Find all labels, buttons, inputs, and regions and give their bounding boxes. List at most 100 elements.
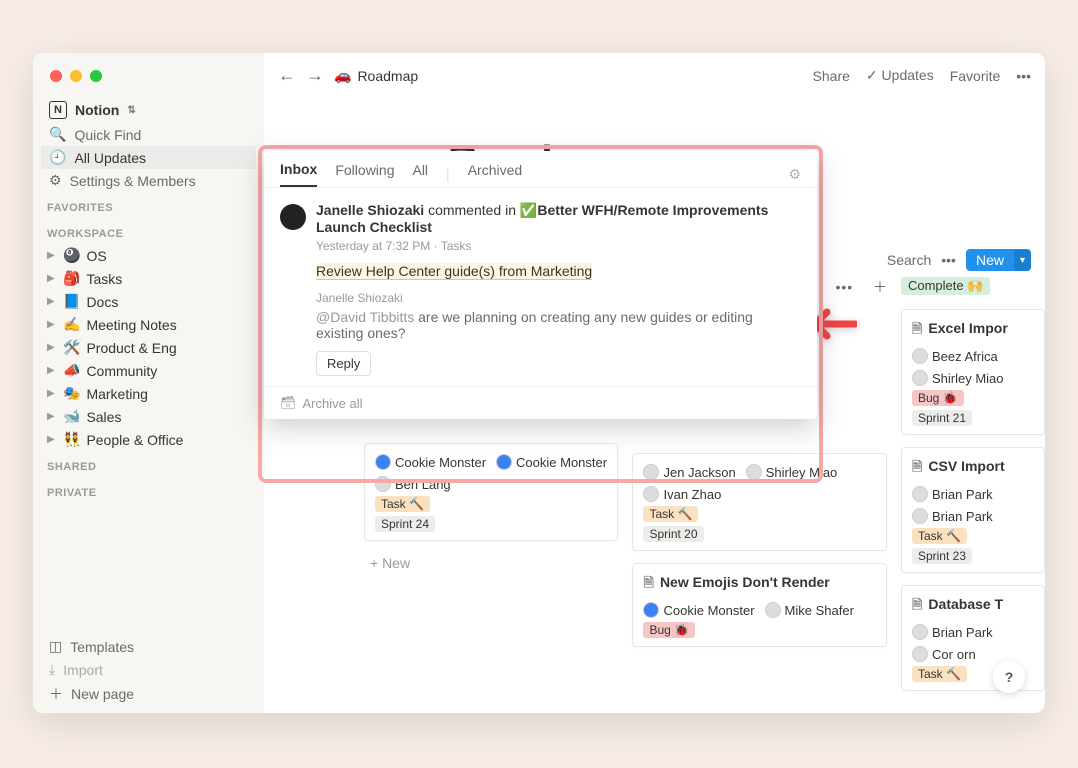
caret-icon: ▶ (47, 250, 57, 261)
search-icon: 🔍 (49, 126, 66, 143)
all-updates[interactable]: 🕘 All Updates (41, 146, 256, 169)
maximize-window[interactable] (90, 70, 102, 82)
caret-icon: ▶ (47, 296, 57, 307)
card-title: Database T (928, 596, 1003, 612)
assignee-trunc: orn (957, 647, 976, 662)
tab-archived[interactable]: Archived (468, 162, 522, 186)
notion-logo-icon: N (49, 101, 67, 119)
import-icon: ⤓ (49, 661, 55, 678)
updates-label: Updates (882, 67, 934, 83)
breadcrumb[interactable]: 🚗 Roadmap (334, 67, 418, 84)
avatar-icon (912, 370, 928, 386)
assignee: Cor (932, 647, 953, 662)
notif-link[interactable]: Review Help Center guide(s) from Marketi… (316, 263, 592, 280)
sidebar-page-docs[interactable]: ▶📘Docs (33, 290, 264, 313)
tag: Task 🔨 (912, 666, 967, 682)
page-emoji: 🎱 (63, 247, 80, 264)
nav-back[interactable]: ← (278, 65, 296, 86)
import-label: Import (63, 662, 103, 678)
import-link[interactable]: ⤓ Import (41, 658, 256, 681)
help-label: ? (1005, 669, 1014, 685)
tab-following[interactable]: Following (335, 162, 394, 186)
more-icon[interactable]: ••• (1016, 68, 1031, 84)
page-emoji: 👯 (63, 431, 80, 448)
workspace-pages: ▶🎱OS ▶🎒Tasks ▶📘Docs ▶✍️Meeting Notes ▶🛠️… (33, 244, 264, 451)
share-button[interactable]: Share (813, 68, 850, 84)
plus-icon[interactable]: ＋ (873, 277, 887, 297)
add-card[interactable]: + New (364, 553, 618, 573)
card-title: New Emojis Don't Render (660, 574, 830, 590)
settings-members[interactable]: ⚙︎ Settings & Members (41, 169, 256, 192)
tag: Task 🔨 (375, 496, 430, 512)
board-col-3: Complete 🙌 Excel Impor Beez Africa Shirl… (901, 277, 1045, 691)
avatar-icon (912, 348, 928, 364)
page-label: Community (86, 363, 157, 379)
nav-forward[interactable]: → (306, 65, 324, 86)
workspace-switcher[interactable]: N Notion ⇅ (41, 97, 256, 123)
section-shared: SHARED (33, 451, 264, 477)
assignee: Cookie Monster (663, 603, 754, 618)
clock-icon: 🕘 (49, 149, 66, 166)
check-icon: ✅ (520, 202, 537, 218)
avatar-icon (643, 486, 659, 502)
new-page-link[interactable]: ＋New page (41, 681, 256, 707)
gear-icon: ⚙︎ (49, 172, 62, 189)
sidebar-page-os[interactable]: ▶ 🎱 OS (33, 244, 264, 267)
page-emoji: 🐋 (63, 408, 80, 425)
doc-icon (912, 320, 922, 342)
board-card[interactable]: New Emojis Don't Render Cookie Monster M… (632, 563, 886, 647)
board-card[interactable]: CSV Import Brian Park Brian Park Task 🔨 … (901, 447, 1045, 573)
tag: Task 🔨 (643, 506, 698, 522)
page-label: Marketing (86, 386, 147, 402)
tag: Task 🔨 (912, 528, 967, 544)
quick-find[interactable]: 🔍 Quick Find (41, 123, 256, 146)
updates-button[interactable]: ✓ Updates (866, 67, 934, 84)
col-more-icon[interactable]: ••• (835, 279, 853, 295)
sidebar-page-meeting-notes[interactable]: ▶✍️Meeting Notes (33, 313, 264, 336)
page-label: OS (86, 248, 106, 264)
assignee: Ivan Zhao (663, 487, 721, 502)
window-traffic-lights (50, 70, 102, 82)
sidebar-page-tasks[interactable]: ▶🎒Tasks (33, 267, 264, 290)
page-label: People & Office (86, 432, 183, 448)
reply-button[interactable]: Reply (316, 351, 371, 376)
tag: Bug 🐞 (643, 622, 695, 638)
tab-inbox[interactable]: Inbox (280, 161, 317, 187)
sidebar-page-product-eng[interactable]: ▶🛠️Product & Eng (33, 336, 264, 359)
avatar-icon (912, 508, 928, 524)
notif-author: Janelle Shiozaki (316, 202, 424, 218)
minimize-window[interactable] (70, 70, 82, 82)
doc-icon (912, 596, 922, 618)
help-button[interactable]: ? (993, 661, 1025, 693)
templates-icon: ◫ (49, 638, 62, 655)
templates-link[interactable]: ◫Templates (41, 635, 256, 658)
sidebar-page-people-office[interactable]: ▶👯People & Office (33, 428, 264, 451)
page-emoji: 🎭 (63, 385, 80, 402)
col-head-complete[interactable]: Complete 🙌 (901, 277, 1045, 295)
section-workspace: WORKSPACE (33, 218, 264, 244)
archive-all[interactable]: 🗃 Archive all (264, 386, 817, 419)
assignee: Brian Park (932, 487, 993, 502)
all-updates-label: All Updates (74, 150, 146, 166)
notification-item[interactable]: Janelle Shiozaki commented in ✅Better WF… (264, 188, 817, 386)
sidebar-page-community[interactable]: ▶📣Community (33, 359, 264, 382)
page-emoji: 🎒 (63, 270, 80, 287)
tab-all[interactable]: All (412, 162, 428, 186)
board-card[interactable]: Excel Impor Beez Africa Shirley Miao Bug… (901, 309, 1045, 435)
avatar-icon (765, 602, 781, 618)
page-emoji: 🛠️ (63, 339, 80, 356)
chevron-down-icon[interactable]: ▾ (1014, 250, 1031, 271)
sidebar-page-sales[interactable]: ▶🐋Sales (33, 405, 264, 428)
db-new-button[interactable]: New ▾ (966, 249, 1031, 271)
mention[interactable]: @David Tibbitts (316, 309, 414, 325)
db-more-icon[interactable]: ••• (941, 252, 956, 268)
sidebar-page-marketing[interactable]: ▶🎭Marketing (33, 382, 264, 405)
close-window[interactable] (50, 70, 62, 82)
tag: Sprint 21 (912, 410, 972, 426)
db-search[interactable]: Search (887, 252, 931, 268)
gear-icon[interactable]: ⚙︎ (788, 166, 801, 183)
favorite-button[interactable]: Favorite (950, 68, 1001, 84)
notif-message: @David Tibbitts are we planning on creat… (316, 309, 801, 341)
assignee: Beez Africa (932, 349, 998, 364)
topbar: ← → 🚗 Roadmap Share ✓ Updates Favorite •… (264, 53, 1045, 98)
